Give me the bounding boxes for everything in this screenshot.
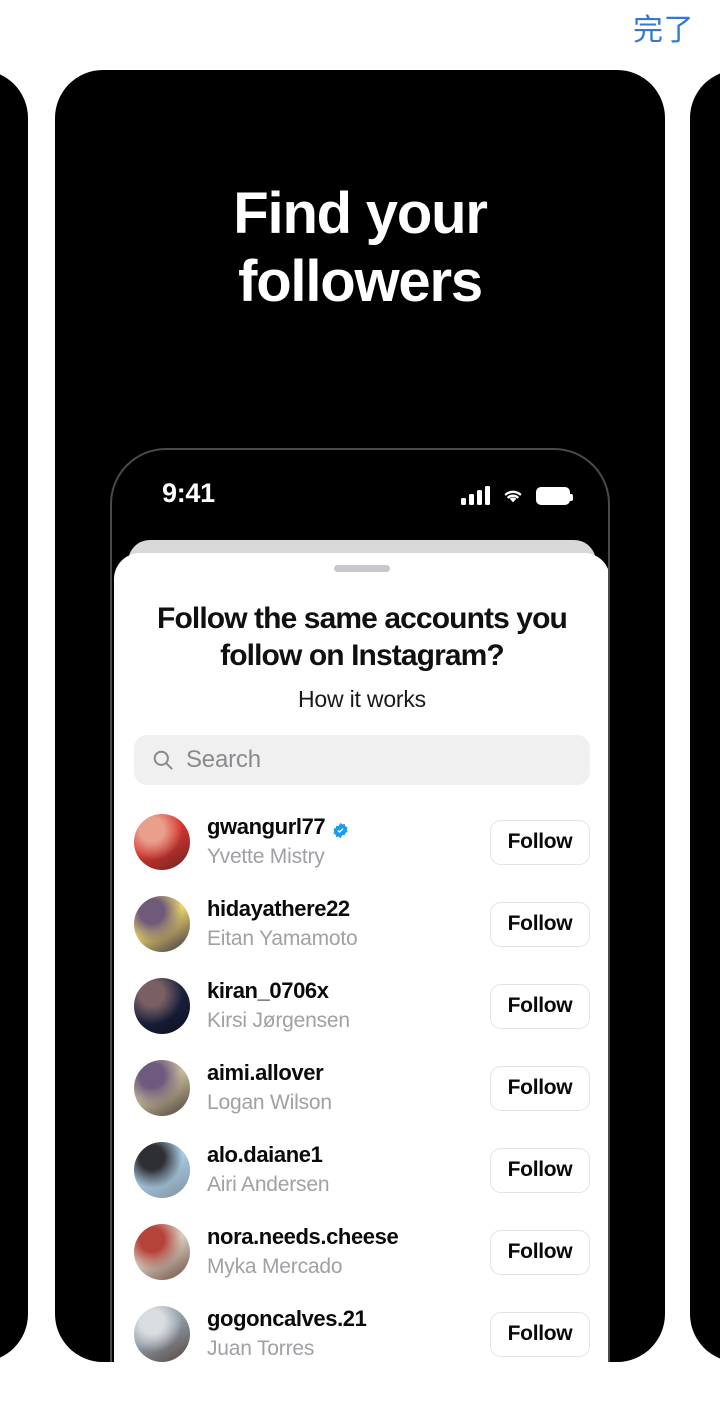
avatar[interactable]: [134, 1224, 190, 1280]
account-text: hidayathere22 Eitan Yamamoto: [207, 895, 490, 953]
carousel-card-next[interactable]: [690, 70, 720, 1362]
status-time: 9:41: [162, 478, 215, 508]
search-field[interactable]: [134, 735, 590, 785]
account-fullname: Logan Wilson: [207, 1090, 332, 1114]
verified-badge-icon: [332, 818, 349, 839]
account-username: kiran_0706x: [207, 977, 490, 1005]
account-fullname: Myka Mercado: [207, 1254, 343, 1278]
wifi-icon: [501, 485, 525, 505]
account-username-text: aimi.allover: [207, 1060, 324, 1086]
account-text: nora.needs.cheese Myka Mercado: [207, 1223, 490, 1281]
account-row[interactable]: alo.daiane1 Airi Andersen Follow: [114, 1129, 608, 1211]
account-username-text: gwangurl77: [207, 814, 326, 840]
account-username: gwangurl77: [207, 813, 490, 841]
account-row[interactable]: aimi.allover Logan Wilson Follow: [114, 1047, 608, 1129]
account-row[interactable]: kiran_0706x Kirsi Jørgensen Follow: [114, 965, 608, 1047]
account-text: kiran_0706x Kirsi Jørgensen: [207, 977, 490, 1035]
carousel-card-current[interactable]: Find your followers 9:41 Follow the same…: [55, 70, 665, 1362]
bottom-sheet: Follow the same accounts you follow on I…: [114, 553, 608, 1362]
carousel-card-previous[interactable]: [0, 70, 28, 1362]
account-username-text: gogoncalves.21: [207, 1306, 367, 1332]
follow-button[interactable]: Follow: [490, 1311, 590, 1357]
account-list[interactable]: gwangurl77 Yvette Mistry Follow hidayathere…: [114, 801, 608, 1362]
how-it-works-link[interactable]: How it works: [128, 686, 596, 713]
follow-button[interactable]: Follow: [490, 1147, 590, 1193]
avatar[interactable]: [134, 978, 190, 1034]
account-username: alo.daiane1: [207, 1141, 490, 1169]
follow-button[interactable]: Follow: [490, 901, 590, 947]
avatar[interactable]: [134, 1142, 190, 1198]
follow-button[interactable]: Follow: [490, 983, 590, 1029]
account-fullname: Kirsi Jørgensen: [207, 1008, 350, 1032]
follow-button[interactable]: Follow: [490, 1229, 590, 1275]
top-bar: 完了: [0, 0, 720, 70]
account-fullname: Airi Andersen: [207, 1172, 330, 1196]
cellular-signal-icon: [461, 485, 490, 505]
account-text: aimi.allover Logan Wilson: [207, 1059, 490, 1117]
account-username: aimi.allover: [207, 1059, 490, 1087]
account-row[interactable]: gwangurl77 Yvette Mistry Follow: [114, 801, 608, 883]
account-row[interactable]: nora.needs.cheese Myka Mercado Follow: [114, 1211, 608, 1293]
account-username-text: hidayathere22: [207, 896, 350, 922]
account-row[interactable]: gogoncalves.21 Juan Torres Follow: [114, 1293, 608, 1362]
account-username-text: kiran_0706x: [207, 978, 329, 1004]
account-text: gogoncalves.21 Juan Torres: [207, 1305, 490, 1362]
done-button[interactable]: 完了: [633, 16, 694, 46]
account-fullname: Eitan Yamamoto: [207, 926, 358, 950]
account-text: gwangurl77 Yvette Mistry: [207, 813, 490, 871]
status-icons: [461, 481, 573, 505]
phone-mockup: 9:41 Follow the same accounts you follow…: [110, 448, 610, 1362]
account-username: gogoncalves.21: [207, 1305, 490, 1333]
account-username-text: nora.needs.cheese: [207, 1224, 399, 1250]
screenshot-carousel[interactable]: Find your followers 9:41 Follow the same…: [0, 70, 720, 1408]
search-input[interactable]: [186, 746, 572, 774]
account-text: alo.daiane1 Airi Andersen: [207, 1141, 490, 1199]
status-bar: 9:41: [112, 472, 608, 518]
page-title: Find your followers: [233, 181, 488, 315]
avatar[interactable]: [134, 1306, 190, 1362]
account-username-text: alo.daiane1: [207, 1142, 323, 1168]
search-icon: [152, 749, 174, 771]
avatar[interactable]: [134, 896, 190, 952]
avatar[interactable]: [134, 1060, 190, 1116]
sheet-title: Follow the same accounts you follow on I…: [157, 602, 568, 672]
battery-icon: [536, 487, 573, 505]
follow-button[interactable]: Follow: [490, 1065, 590, 1111]
sheet-grabber-handle[interactable]: [334, 565, 390, 572]
account-fullname: Yvette Mistry: [207, 844, 325, 868]
follow-button[interactable]: Follow: [490, 819, 590, 865]
account-row[interactable]: hidayathere22 Eitan Yamamoto Follow: [114, 883, 608, 965]
avatar[interactable]: [134, 814, 190, 870]
account-username: nora.needs.cheese: [207, 1223, 490, 1251]
account-username: hidayathere22: [207, 895, 490, 923]
account-fullname: Juan Torres: [207, 1336, 315, 1360]
